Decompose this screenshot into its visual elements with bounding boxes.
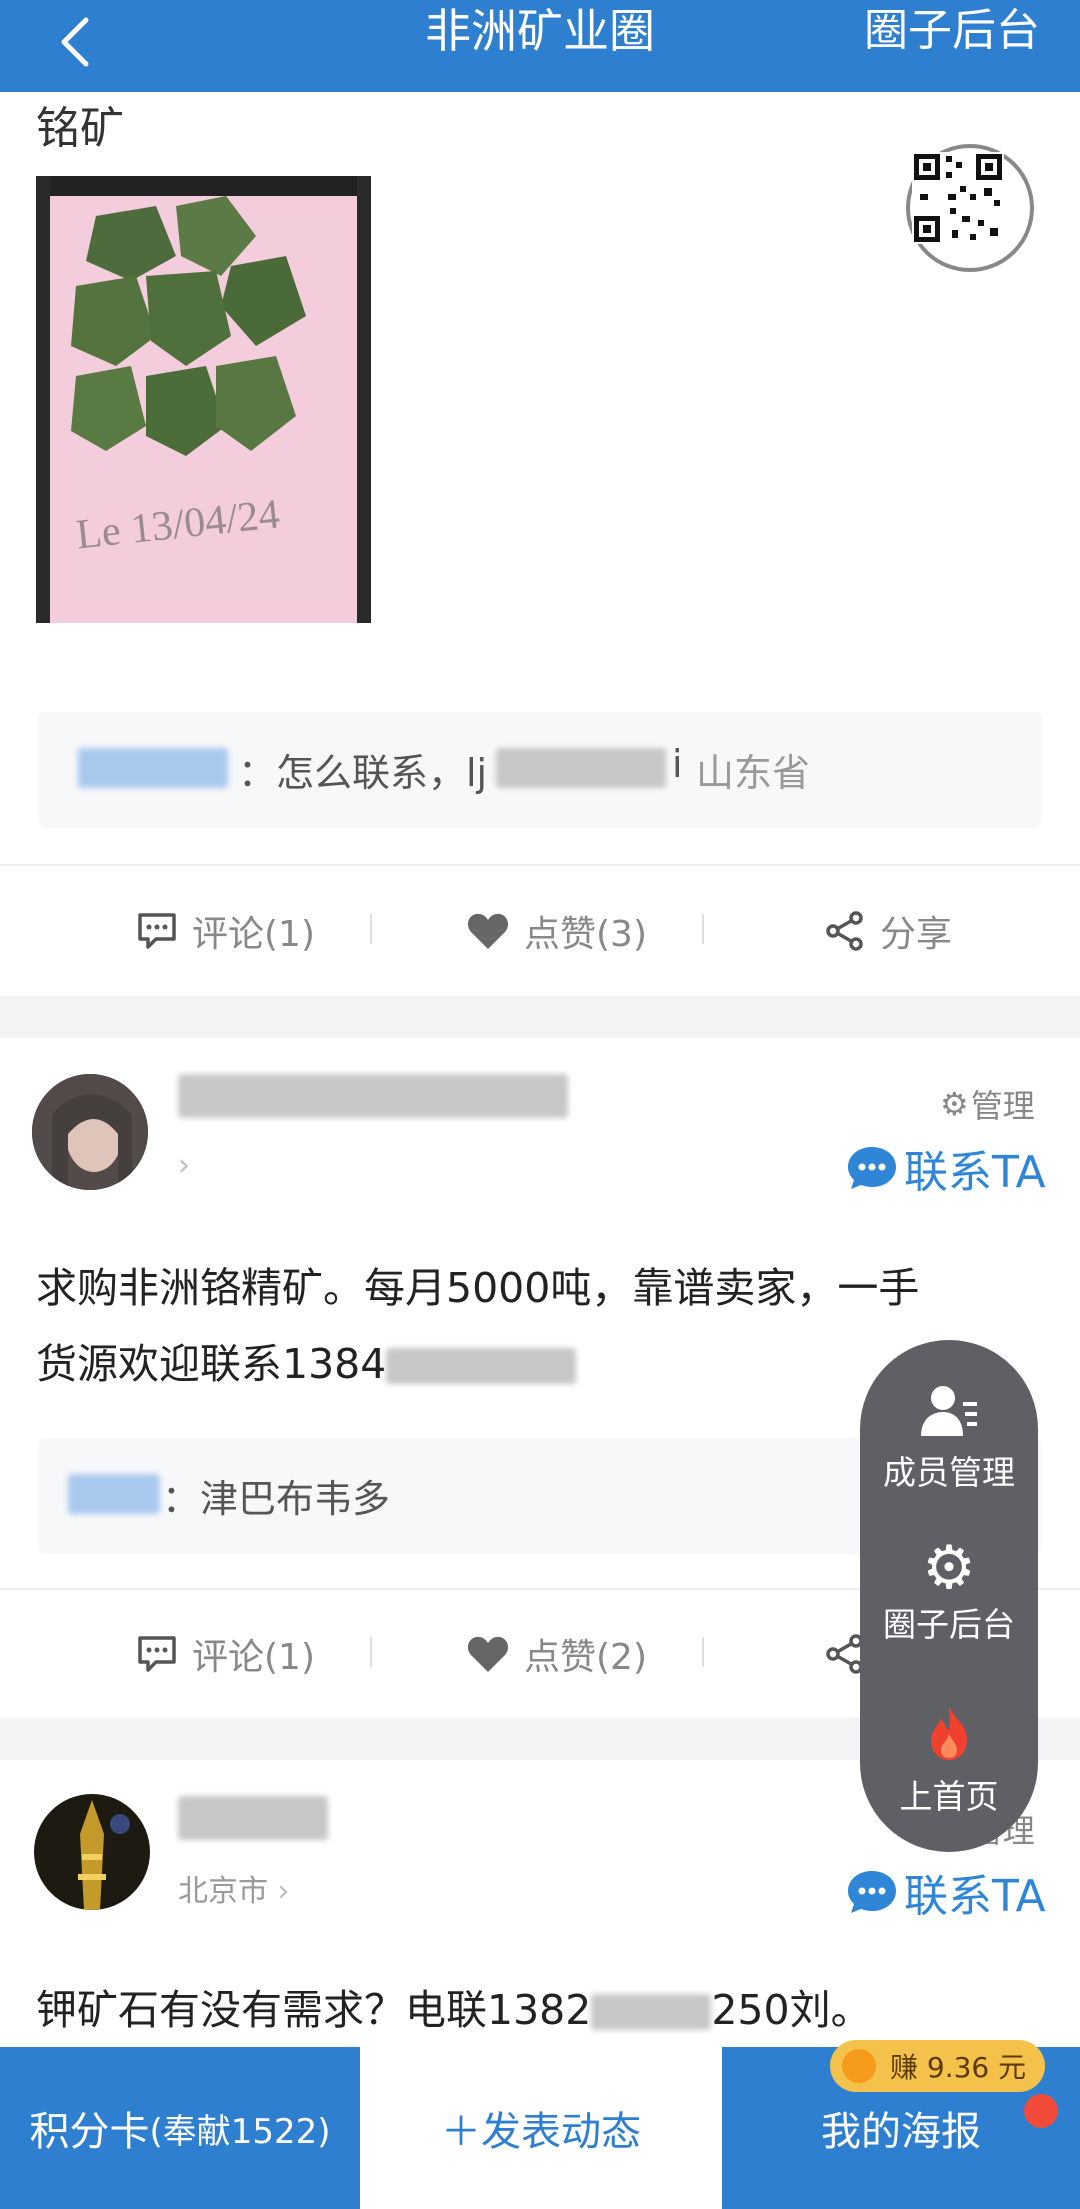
divider: [0, 864, 1080, 866]
comment-button[interactable]: 评论(1): [136, 905, 315, 957]
contact-label: 联系TA: [904, 1871, 1046, 1922]
gear-icon: ⚙: [940, 1085, 969, 1123]
comment-text: ：怎么联系，lj: [238, 751, 488, 795]
post-update-button[interactable]: ＋发表动态: [360, 2047, 722, 2209]
member-management-button[interactable]: 成员管理: [860, 1384, 1038, 1494]
earn-badge[interactable]: 赚 9.36 元: [830, 2040, 1045, 2092]
qr-code-icon[interactable]: [900, 142, 1040, 274]
avatar[interactable]: [32, 1074, 148, 1190]
comment-box: ：怎么联系，lj i 山东省: [38, 712, 1042, 828]
share-label: 分享: [880, 914, 953, 955]
points-label: 积分卡: [29, 2109, 150, 2155]
earn-label: 赚 9.36 元: [890, 2051, 1027, 2084]
post-text-line-1: 求购非洲铬精矿。每月5000吨，靠谱卖家，一手: [36, 1264, 920, 1312]
avatar[interactable]: [34, 1794, 150, 1910]
top-bar: 非洲矿业圈 圈子后台: [0, 0, 1080, 92]
my-poster-label: 我的海报: [821, 2109, 981, 2155]
post-text-b: 250刘。: [711, 1986, 872, 2034]
share-button[interactable]: 分享: [824, 905, 952, 957]
chevron-right-icon: ›: [277, 1874, 290, 1909]
chat-bubble-icon: [848, 1871, 896, 1913]
members-icon: [921, 1386, 977, 1436]
coin-icon: [842, 2049, 876, 2083]
circle-admin-label: 圈子后台: [883, 1605, 1015, 1644]
contact-label: 联系TA: [904, 1147, 1046, 1198]
user-location[interactable]: 北京市 ›: [178, 1866, 290, 1910]
like-count: 点赞(3): [524, 914, 647, 955]
phone-redacted: [386, 1348, 577, 1384]
gear-icon: ⚙: [922, 1533, 976, 1603]
post-text: 钾矿石有没有需求？电联1382 250刘。: [36, 1972, 872, 2048]
comment-icon: [138, 1636, 176, 1672]
post-text: 求购非洲铬精矿。每月5000吨，靠谱卖家，一手 货源欢迎联系1384: [36, 1250, 919, 1402]
circle-admin-button[interactable]: ⚙ 圈子后台: [860, 1538, 1038, 1646]
chevron-right-icon[interactable]: ›: [178, 1148, 190, 1183]
member-management-label: 成员管理: [883, 1453, 1015, 1492]
comment-button[interactable]: 评论(1): [136, 1628, 315, 1680]
post-title: 铭矿: [36, 103, 124, 154]
phone-redacted: [591, 1994, 712, 2030]
heart-icon: [467, 913, 509, 949]
go-top-button[interactable]: 上首页: [860, 1704, 1038, 1818]
like-count: 点赞(2): [524, 1637, 647, 1678]
like-button[interactable]: 点赞(2): [466, 1628, 647, 1680]
comment-tail: i: [672, 742, 683, 786]
comment-icon: [138, 913, 176, 949]
commenter-name-redacted: [68, 1474, 160, 1514]
ore-photo[interactable]: Le 13/04/24: [36, 176, 371, 623]
floating-menu: 成员管理 ⚙ 圈子后台 上首页: [860, 1340, 1038, 1852]
comment-text: ：津巴布韦多: [162, 1477, 391, 1521]
points-detail: (奉献1522): [149, 2111, 331, 2152]
notification-dot: [1024, 2094, 1058, 2128]
comment-location: 山东省: [696, 751, 811, 795]
separator: [702, 914, 704, 944]
contact-redacted: [496, 748, 666, 788]
separator: [702, 1637, 704, 1667]
separator: [370, 1637, 372, 1667]
heart-icon: [467, 1636, 509, 1672]
like-button[interactable]: 点赞(3): [466, 905, 647, 957]
username-redacted: [178, 1796, 328, 1840]
contact-button[interactable]: 联系TA: [846, 1860, 1046, 1924]
post-text-a: 钾矿石有没有需求？电联1382: [36, 1986, 592, 2034]
go-top-label: 上首页: [899, 1777, 999, 1816]
flame-icon: [931, 1706, 967, 1760]
share-icon: [826, 911, 863, 951]
circle-admin-link[interactable]: 圈子后台: [864, 0, 1040, 62]
comment-count: 评论(1): [192, 1637, 315, 1678]
post-text-line-2-text: 货源欢迎联系1384: [36, 1340, 387, 1388]
manage-label: 管理: [970, 1087, 1035, 1125]
commenter-name-redacted: [78, 748, 228, 788]
manage-button[interactable]: ⚙ 管理: [940, 1081, 1035, 1127]
post-text-line-2: 货源欢迎联系1384: [36, 1326, 919, 1402]
post-update-label: ＋发表动态: [441, 2109, 641, 2155]
location-label: 北京市: [178, 1874, 268, 1909]
chat-bubble-icon: [848, 1147, 896, 1189]
separator: [370, 914, 372, 944]
points-card-button[interactable]: 积分卡 (奉献1522): [0, 2047, 360, 2209]
comment-count: 评论(1): [192, 914, 315, 955]
contact-button[interactable]: 联系TA: [846, 1136, 1046, 1200]
username-redacted: [178, 1074, 568, 1118]
